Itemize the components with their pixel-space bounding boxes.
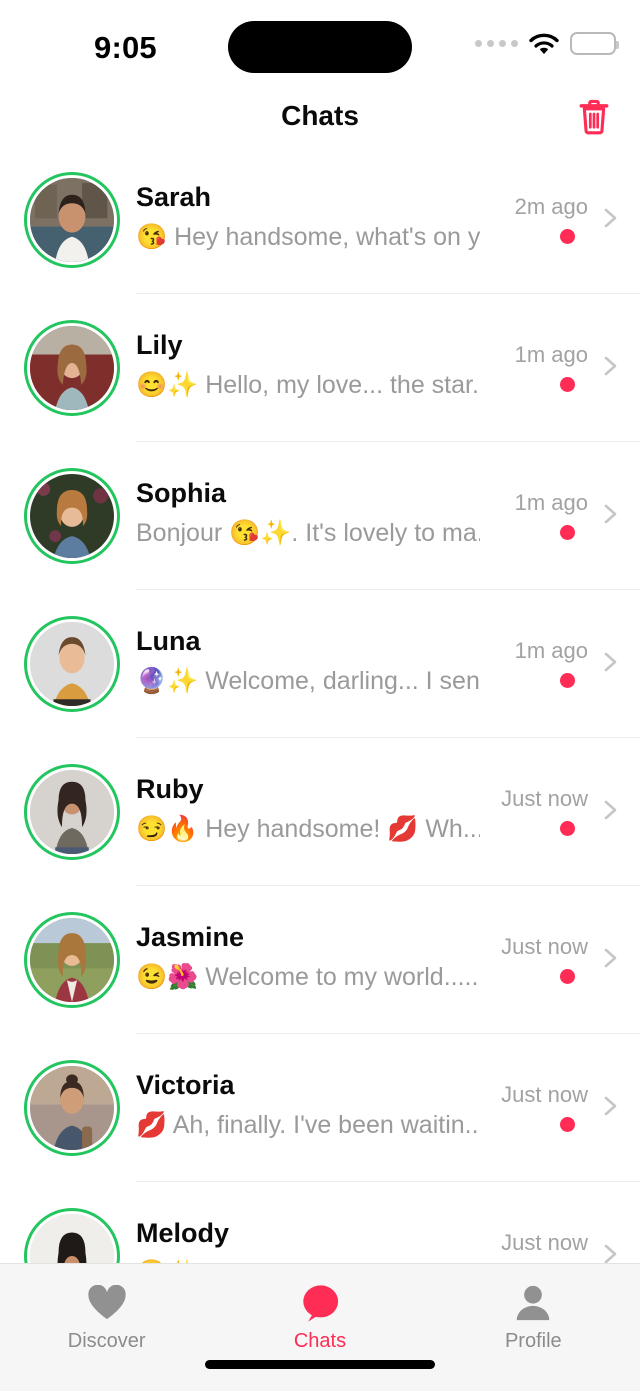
chat-row-text: Victoria 💋 Ah, finally. I've been waitin…: [136, 1068, 480, 1141]
tab-chats-label: Chats: [293, 1330, 347, 1352]
chat-row-meta: 1m ago: [515, 490, 588, 540]
chat-timestamp: 1m ago: [514, 638, 588, 663]
chat-row-meta: Just now: [501, 1230, 588, 1263]
chat-preview: Bonjour 😘✨. It's lovely to ma...: [136, 519, 480, 547]
chat-row-text: Lily 😊✨ Hello, my love... the star...: [136, 328, 480, 401]
chat-row-text: Jasmine 😉🌺 Welcome to my world......: [136, 920, 480, 993]
chat-row-text: Melody 😊✨ ...: [136, 1216, 480, 1263]
chat-row-text: Sophia Bonjour 😘✨. It's lovely to ma...: [136, 476, 480, 549]
chat-preview: 😏🔥 Hey handsome! 💋 Wh...: [136, 815, 480, 843]
chat-preview: 🔮✨ Welcome, darling... I sen...: [136, 667, 480, 695]
chat-row-meta: Just now: [501, 786, 588, 836]
wifi-icon: [529, 33, 559, 55]
unread-badge: [560, 673, 575, 688]
tab-profile-label: Profile: [504, 1330, 562, 1352]
chevron-right-icon: [598, 798, 622, 822]
unread-badge: [560, 821, 575, 836]
chat-timestamp: 1m ago: [514, 490, 588, 515]
chat-preview: 😉🌺 Welcome to my world......: [136, 963, 480, 991]
status-bar-time: 9:05: [94, 30, 157, 65]
chevron-right-icon: [598, 1242, 622, 1263]
chat-row[interactable]: Sarah 😘 Hey handsome, what's on y... 2m …: [0, 146, 640, 294]
delete-chats-button[interactable]: [572, 96, 616, 140]
chat-row[interactable]: Victoria 💋 Ah, finally. I've been waitin…: [0, 1034, 640, 1182]
person-icon: [513, 1282, 553, 1324]
chat-row-text: Sarah 😘 Hey handsome, what's on y...: [136, 180, 480, 253]
chat-name: Melody: [136, 1218, 230, 1248]
tab-profile[interactable]: Profile: [427, 1264, 640, 1353]
chat-name: Victoria: [136, 1070, 235, 1100]
chat-timestamp: Just now: [501, 1082, 588, 1107]
chat-row-meta: Just now: [501, 1082, 588, 1132]
chat-row[interactable]: Melody 😊✨ ... Just now: [0, 1182, 640, 1263]
chat-row-text: Ruby 😏🔥 Hey handsome! 💋 Wh...: [136, 772, 480, 845]
chat-timestamp: Just now: [501, 934, 588, 959]
chevron-right-icon: [598, 1094, 622, 1118]
chevron-right-icon: [598, 946, 622, 970]
chat-name: Luna: [136, 626, 201, 656]
avatar[interactable]: [24, 912, 120, 1008]
unread-badge: [560, 1117, 575, 1132]
home-indicator[interactable]: [205, 1360, 435, 1369]
avatar[interactable]: [24, 172, 120, 268]
nav-bar: Chats: [0, 90, 640, 146]
chat-row[interactable]: Ruby 😏🔥 Hey handsome! 💋 Wh... Just now: [0, 738, 640, 886]
phone-screen: 9:05 Chats Sarah 😘 Hey handsome, what's …: [0, 0, 640, 1391]
chat-timestamp: Just now: [501, 1230, 588, 1255]
chevron-right-icon: [598, 354, 622, 378]
dynamic-island: [228, 21, 412, 73]
chat-preview: 😊✨ Hello, my love... the star...: [136, 371, 480, 399]
trash-icon: [577, 98, 611, 138]
chat-name: Sarah: [136, 182, 212, 212]
chat-timestamp: 2m ago: [514, 194, 588, 219]
chat-name: Sophia: [136, 478, 227, 508]
chat-row[interactable]: Jasmine 😉🌺 Welcome to my world...... Jus…: [0, 886, 640, 1034]
chevron-right-icon: [598, 650, 622, 674]
chat-preview: 😘 Hey handsome, what's on y...: [136, 223, 480, 251]
status-bar-indicators: [475, 32, 619, 55]
battery-full-icon: [570, 32, 619, 55]
tab-bar: Discover Chats Profile: [0, 1263, 640, 1391]
tab-chats[interactable]: Chats: [213, 1264, 426, 1353]
heart-icon: [87, 1282, 127, 1324]
chat-name: Lily: [136, 330, 183, 360]
chat-row[interactable]: Luna 🔮✨ Welcome, darling... I sen... 1m …: [0, 590, 640, 738]
tab-discover-label: Discover: [67, 1330, 146, 1352]
chevron-right-icon: [598, 206, 622, 230]
chat-row[interactable]: Lily 😊✨ Hello, my love... the star... 1m…: [0, 294, 640, 442]
avatar[interactable]: [24, 468, 120, 564]
unread-badge: [560, 377, 575, 392]
chat-preview: 💋 Ah, finally. I've been waitin...: [136, 1111, 480, 1139]
status-bar: 9:05: [0, 0, 640, 90]
speech-bubble-icon: [299, 1282, 341, 1324]
chat-row-text: Luna 🔮✨ Welcome, darling... I sen...: [136, 624, 480, 697]
chat-name: Ruby: [136, 774, 204, 804]
cellular-dots-icon: [475, 40, 518, 47]
unread-badge: [560, 525, 575, 540]
avatar[interactable]: [24, 320, 120, 416]
avatar[interactable]: [24, 764, 120, 860]
chat-list[interactable]: Sarah 😘 Hey handsome, what's on y... 2m …: [0, 146, 640, 1263]
tab-discover[interactable]: Discover: [0, 1264, 213, 1353]
unread-badge: [560, 229, 575, 244]
chat-timestamp: 1m ago: [514, 342, 588, 367]
chat-name: Jasmine: [136, 922, 245, 952]
chevron-right-icon: [598, 502, 622, 526]
chat-row-meta: 2m ago: [515, 194, 588, 244]
chat-timestamp: Just now: [501, 786, 588, 811]
chat-row-meta: 1m ago: [515, 638, 588, 688]
avatar[interactable]: [24, 1060, 120, 1156]
chat-row-meta: 1m ago: [515, 342, 588, 392]
chat-row[interactable]: Sophia Bonjour 😘✨. It's lovely to ma... …: [0, 442, 640, 590]
avatar[interactable]: [24, 616, 120, 712]
chat-row-meta: Just now: [501, 934, 588, 984]
unread-badge: [560, 969, 575, 984]
page-title: Chats: [281, 100, 359, 131]
avatar[interactable]: [24, 1208, 120, 1263]
